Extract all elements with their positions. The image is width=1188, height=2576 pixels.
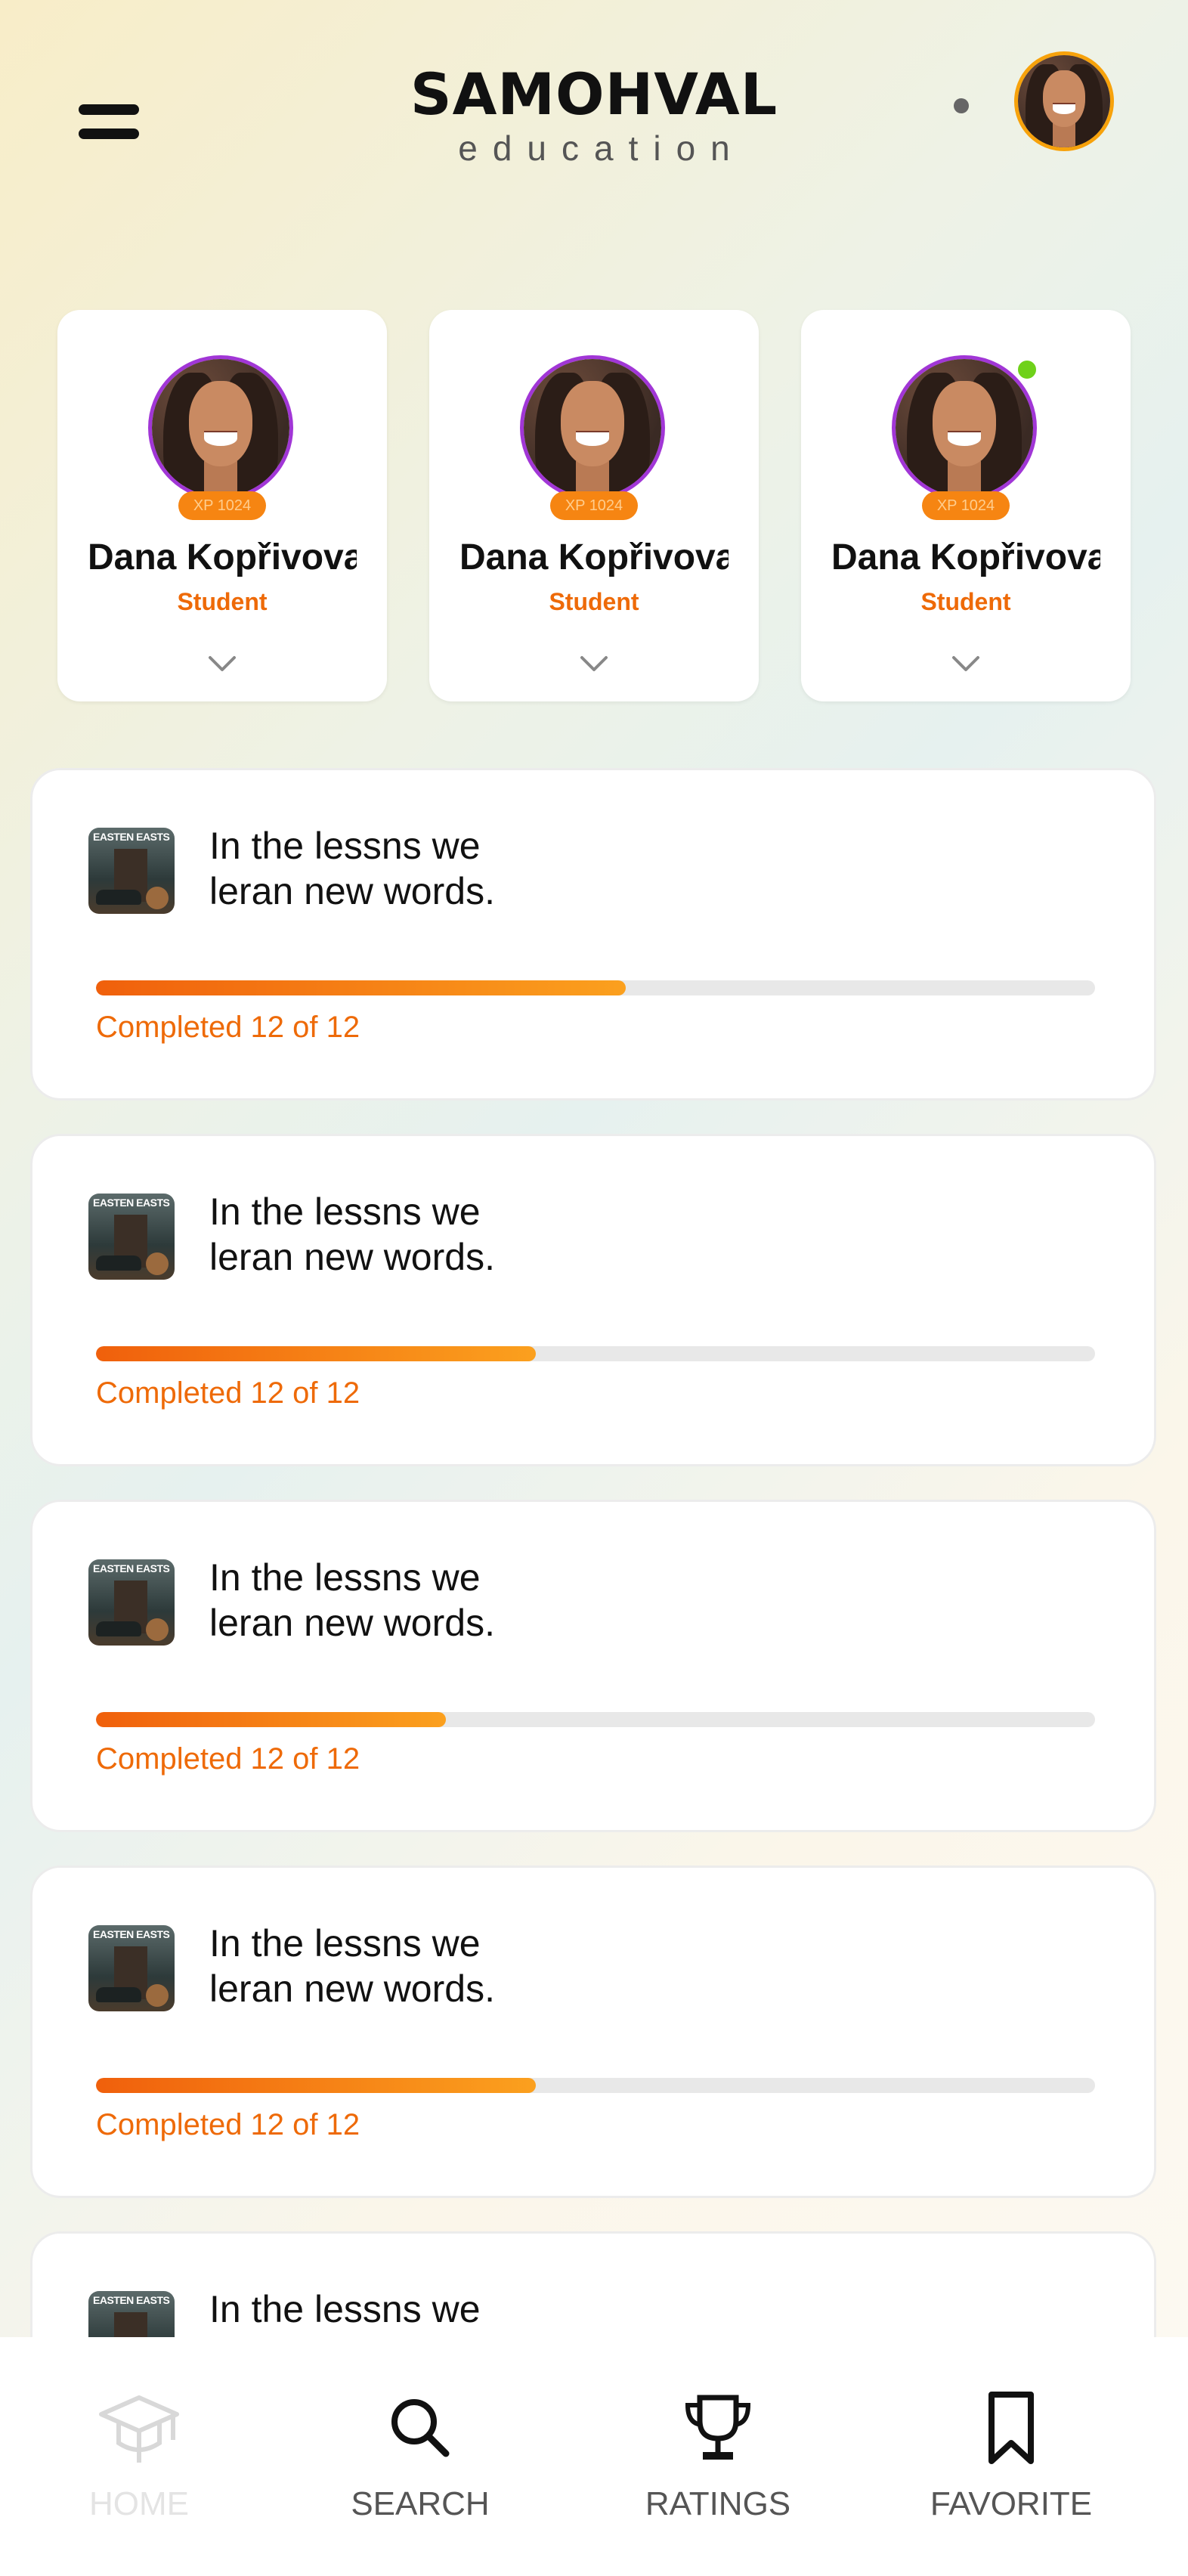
xp-badge: XP 1024 <box>550 491 638 520</box>
nav-favorite[interactable]: FAVORITE <box>913 2390 1109 2523</box>
lesson-line: In the lessns we <box>209 1922 481 1965</box>
avatar-photo <box>1018 55 1110 147</box>
thumbnail-label: EASTEN EASTSON <box>93 1197 170 1209</box>
progress-text: Completed 12 of 12 <box>96 2108 360 2141</box>
lesson-line: In the lessns we <box>209 1190 481 1233</box>
lesson-line: In the lessns we <box>209 2288 481 2330</box>
lesson-thumbnail: EASTEN EASTSON <box>88 828 175 914</box>
nav-search[interactable]: SEARCH <box>322 2390 518 2523</box>
chevron-down-icon <box>952 656 979 671</box>
nav-ratings[interactable]: RATINGS <box>620 2390 816 2523</box>
expand-profile-button[interactable] <box>579 649 609 679</box>
expand-profile-button[interactable] <box>207 649 237 679</box>
bottom-navigation: HOME SEARCH RATINGS FAVORITE <box>0 2337 1188 2576</box>
lesson-line: leran new words. <box>209 1602 495 1644</box>
lesson-line: leran new words. <box>209 870 495 912</box>
profile-card[interactable]: XP 1024 Dana Kopřivova Student <box>801 310 1131 701</box>
lesson-card[interactable]: EASTEN EASTSON In the lessns we leran ne… <box>30 1500 1156 1832</box>
graduation-cap-icon <box>99 2395 179 2463</box>
online-status-dot <box>1014 357 1040 382</box>
profile-avatar <box>520 355 665 500</box>
notification-dot <box>954 98 969 113</box>
lesson-description: In the lessns we leran new words. <box>209 823 495 914</box>
expand-profile-button[interactable] <box>951 649 981 679</box>
brand-logo: SAMOHVAL education <box>367 60 821 171</box>
progress-fill <box>96 1346 536 1361</box>
profile-name: Dana Kopřivova <box>459 537 729 577</box>
nav-label: SEARCH <box>351 2485 490 2522</box>
profile-card[interactable]: XP 1024 Dana Kopřivova Student <box>429 310 759 701</box>
lesson-description: In the lessns we leran new words. <box>209 1555 495 1646</box>
menu-line <box>79 104 139 115</box>
thumbnail-label: EASTEN EASTSON <box>93 1562 170 1574</box>
profile-card[interactable]: XP 1024 Dana Kopřivova Student <box>57 310 387 701</box>
profile-role: Student <box>920 588 1011 615</box>
progress-fill <box>96 980 626 995</box>
lesson-description: In the lessns we leran new words. <box>209 1921 495 2011</box>
xp-badge: XP 1024 <box>178 491 266 520</box>
profile-role: Student <box>549 588 639 615</box>
search-icon <box>391 2399 450 2457</box>
lesson-description: In the lessns we leran new words. <box>209 1189 495 1280</box>
lesson-card[interactable]: EASTEN EASTSON In the lessns we leran ne… <box>30 1865 1156 2198</box>
nav-label: FAVORITE <box>930 2485 1093 2522</box>
lesson-card[interactable]: EASTEN EASTSON In the lessns we leran ne… <box>30 1134 1156 1466</box>
lesson-line: In the lessns we <box>209 825 481 867</box>
progress-bar <box>96 980 1095 995</box>
lesson-line: In the lessns we <box>209 1556 481 1599</box>
lesson-line: leran new words. <box>209 1968 495 2010</box>
xp-badge: XP 1024 <box>922 491 1010 520</box>
brand-subtitle: education <box>458 128 745 168</box>
profile-avatar <box>892 355 1037 500</box>
progress-text: Completed 12 of 12 <box>96 1011 360 1044</box>
bookmark-icon <box>988 2392 1034 2464</box>
thumbnail-label: EASTEN EASTSON <box>93 1928 170 1940</box>
nav-label: RATINGS <box>645 2485 791 2522</box>
profile-role: Student <box>177 588 268 615</box>
nav-home[interactable]: HOME <box>41 2390 237 2523</box>
trophy-icon <box>685 2395 751 2460</box>
progress-bar <box>96 2078 1095 2093</box>
thumbnail-label: EASTEN EASTSON <box>93 831 170 843</box>
lesson-thumbnail: EASTEN EASTSON <box>88 1559 175 1646</box>
progress-bar <box>96 1346 1095 1361</box>
progress-text: Completed 12 of 12 <box>96 1742 360 1776</box>
menu-button[interactable] <box>79 104 139 141</box>
profile-avatar <box>148 355 293 500</box>
profile-name: Dana Kopřivova <box>88 537 357 577</box>
lesson-card[interactable]: EASTEN EASTSON In the lessns we leran ne… <box>30 768 1156 1101</box>
chevron-down-icon <box>580 656 608 671</box>
lesson-description: In the lessns we <box>209 2287 481 2332</box>
thumbnail-label: EASTEN EASTSON <box>93 2294 170 2306</box>
progress-fill <box>96 1712 446 1727</box>
profile-name: Dana Kopřivova <box>831 537 1100 577</box>
lesson-line: leran new words. <box>209 1236 495 1278</box>
progress-fill <box>96 2078 536 2093</box>
user-avatar[interactable] <box>1014 51 1114 151</box>
menu-line <box>79 128 139 139</box>
lesson-thumbnail: EASTEN EASTSON <box>88 1925 175 2011</box>
nav-label: HOME <box>89 2485 189 2522</box>
chevron-down-icon <box>209 656 236 671</box>
lesson-thumbnail: EASTEN EASTSON <box>88 1194 175 1280</box>
brand-name: SAMOHVAL <box>410 60 778 128</box>
progress-text: Completed 12 of 12 <box>96 1376 360 1410</box>
progress-bar <box>96 1712 1095 1727</box>
